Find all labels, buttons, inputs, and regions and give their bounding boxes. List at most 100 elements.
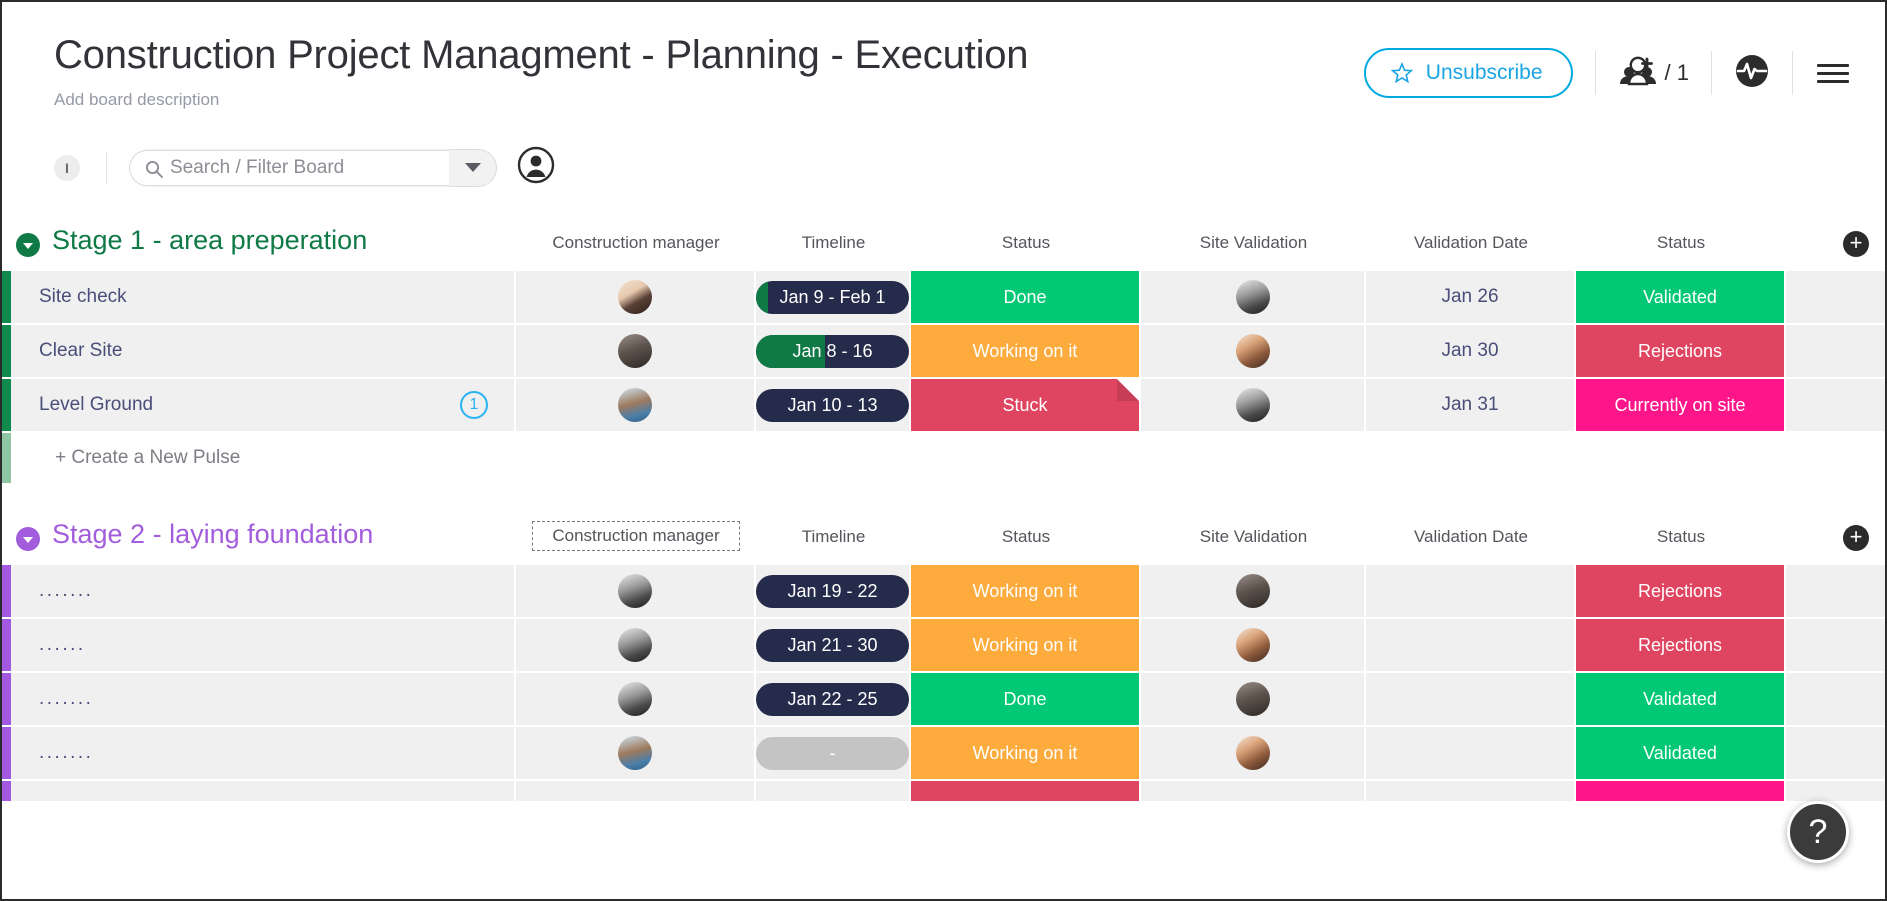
- avatar[interactable]: [618, 736, 652, 770]
- validation-date-cell[interactable]: Jan 31: [1366, 379, 1576, 431]
- board-menu-button[interactable]: [1815, 60, 1851, 87]
- column-header[interactable]: Status: [1576, 233, 1786, 253]
- avatar[interactable]: [618, 334, 652, 368]
- timeline-pill[interactable]: Jan 22 - 25: [756, 683, 909, 716]
- timeline-cell[interactable]: Jan 9 - Feb 1: [756, 271, 911, 323]
- construction-manager-cell[interactable]: [516, 379, 756, 431]
- validation-date-cell[interactable]: [1366, 781, 1576, 801]
- add-column-button[interactable]: +: [1843, 231, 1869, 257]
- search-input[interactable]: [129, 150, 449, 186]
- create-new-pulse-label[interactable]: + Create a New Pulse: [11, 433, 240, 483]
- validation-date-cell[interactable]: [1366, 673, 1576, 725]
- help-button[interactable]: ?: [1787, 801, 1849, 863]
- status-cell[interactable]: Working on it: [911, 727, 1141, 779]
- timeline-pill[interactable]: -: [756, 737, 909, 770]
- timeline-pill[interactable]: Jan 21 - 30: [756, 629, 909, 662]
- construction-manager-cell[interactable]: [516, 727, 756, 779]
- column-header[interactable]: Timeline: [756, 233, 911, 253]
- row-name-cell[interactable]: Level Ground1: [11, 379, 516, 431]
- add-column-button[interactable]: +: [1843, 525, 1869, 551]
- validation-date-cell[interactable]: [1366, 727, 1576, 779]
- timeline-cell[interactable]: Jan 21 - 30: [756, 619, 911, 671]
- table-row[interactable]: .......Jan 19 - 22Working on itRejection…: [2, 565, 1885, 619]
- construction-manager-cell[interactable]: [516, 271, 756, 323]
- avatar[interactable]: [1236, 574, 1270, 608]
- timeline-cell[interactable]: Jan 10 - 13: [756, 379, 911, 431]
- table-row[interactable]: .......Jan 22 - 25DoneValidated: [2, 673, 1885, 727]
- status-cell[interactable]: Working on it: [911, 565, 1141, 617]
- group-title[interactable]: Stage 2 - laying foundation: [52, 519, 373, 550]
- status-cell[interactable]: Working on it: [911, 619, 1141, 671]
- unsubscribe-button[interactable]: Unsubscribe: [1364, 48, 1573, 98]
- avatar[interactable]: [618, 280, 652, 314]
- column-header[interactable]: Construction manager: [516, 233, 756, 253]
- row-name-cell[interactable]: Clear Site: [11, 325, 516, 377]
- status-cell[interactable]: Stuck: [911, 379, 1141, 431]
- table-row[interactable]: Site checkJan 9 - Feb 1DoneJan 26Validat…: [2, 271, 1885, 325]
- site-validation-cell[interactable]: [1141, 325, 1366, 377]
- site-validation-cell[interactable]: [1141, 781, 1366, 801]
- activity-log-button[interactable]: [1734, 53, 1770, 94]
- validation-status-cell[interactable]: Rejections: [1576, 565, 1786, 617]
- validation-date-cell[interactable]: [1366, 565, 1576, 617]
- timeline-pill[interactable]: Jan 10 - 13: [756, 389, 909, 422]
- timeline-pill[interactable]: Jan 8 - 16: [756, 335, 909, 368]
- group-collapse-toggle[interactable]: [16, 527, 40, 551]
- validation-status-cell[interactable]: Validated: [1576, 271, 1786, 323]
- site-validation-cell[interactable]: [1141, 271, 1366, 323]
- avatar[interactable]: [1236, 736, 1270, 770]
- status-cell[interactable]: Done: [911, 673, 1141, 725]
- timeline-cell[interactable]: [756, 781, 911, 801]
- info-button[interactable]: I: [54, 155, 80, 181]
- construction-manager-cell[interactable]: [516, 673, 756, 725]
- table-row[interactable]: [2, 781, 1885, 803]
- validation-date-cell[interactable]: Jan 26: [1366, 271, 1576, 323]
- column-header[interactable]: Validation Date: [1366, 233, 1576, 253]
- table-row[interactable]: ...... Jan 21 - 30Working on it Rejections: [2, 619, 1885, 673]
- avatar[interactable]: [618, 682, 652, 716]
- site-validation-cell[interactable]: [1141, 565, 1366, 617]
- avatar[interactable]: [1236, 280, 1270, 314]
- validation-status-cell[interactable]: Currently on site: [1576, 379, 1786, 431]
- avatar[interactable]: [1236, 682, 1270, 716]
- row-name-cell[interactable]: .......: [11, 727, 516, 779]
- table-row[interactable]: Level Ground1 Jan 10 - 13Stuck Jan 31Curre…: [2, 379, 1885, 433]
- timeline-cell[interactable]: -: [756, 727, 911, 779]
- validation-date-cell[interactable]: Jan 30: [1366, 325, 1576, 377]
- timeline-cell[interactable]: Jan 22 - 25: [756, 673, 911, 725]
- timeline-pill[interactable]: Jan 19 - 22: [756, 575, 909, 608]
- table-row[interactable]: Clear SiteJan 8 - 16Working on itJan 30R…: [2, 325, 1885, 379]
- column-header[interactable]: Validation Date: [1366, 527, 1576, 547]
- validation-date-cell[interactable]: [1366, 619, 1576, 671]
- row-name-cell[interactable]: ......: [11, 619, 516, 671]
- avatar[interactable]: [618, 628, 652, 662]
- avatar[interactable]: [1236, 334, 1270, 368]
- avatar[interactable]: [618, 388, 652, 422]
- status-cell[interactable]: [911, 781, 1141, 801]
- column-header[interactable]: Status: [1576, 527, 1786, 547]
- validation-status-cell[interactable]: Rejections: [1576, 619, 1786, 671]
- timeline-pill[interactable]: Jan 9 - Feb 1: [756, 281, 909, 314]
- site-validation-cell[interactable]: [1141, 619, 1366, 671]
- validation-status-cell[interactable]: [1576, 781, 1786, 801]
- row-updates-badge[interactable]: 1: [460, 391, 488, 419]
- validation-status-cell[interactable]: Rejections: [1576, 325, 1786, 377]
- validation-status-cell[interactable]: Validated: [1576, 673, 1786, 725]
- construction-manager-cell[interactable]: [516, 565, 756, 617]
- timeline-cell[interactable]: Jan 8 - 16: [756, 325, 911, 377]
- column-header[interactable]: Status: [911, 233, 1141, 253]
- construction-manager-cell[interactable]: [516, 781, 756, 801]
- row-name-cell[interactable]: [11, 781, 516, 801]
- group-title[interactable]: Stage 1 - area preperation: [52, 225, 367, 256]
- avatar[interactable]: [1236, 388, 1270, 422]
- create-new-pulse-row[interactable]: + Create a New Pulse: [2, 433, 1885, 483]
- site-validation-cell[interactable]: [1141, 673, 1366, 725]
- site-validation-cell[interactable]: [1141, 379, 1366, 431]
- avatar[interactable]: [1236, 628, 1270, 662]
- site-validation-cell[interactable]: [1141, 727, 1366, 779]
- group-collapse-toggle[interactable]: [16, 233, 40, 257]
- status-cell[interactable]: Done: [911, 271, 1141, 323]
- construction-manager-cell[interactable]: [516, 325, 756, 377]
- validation-status-cell[interactable]: Validated: [1576, 727, 1786, 779]
- column-header[interactable]: Status: [911, 527, 1141, 547]
